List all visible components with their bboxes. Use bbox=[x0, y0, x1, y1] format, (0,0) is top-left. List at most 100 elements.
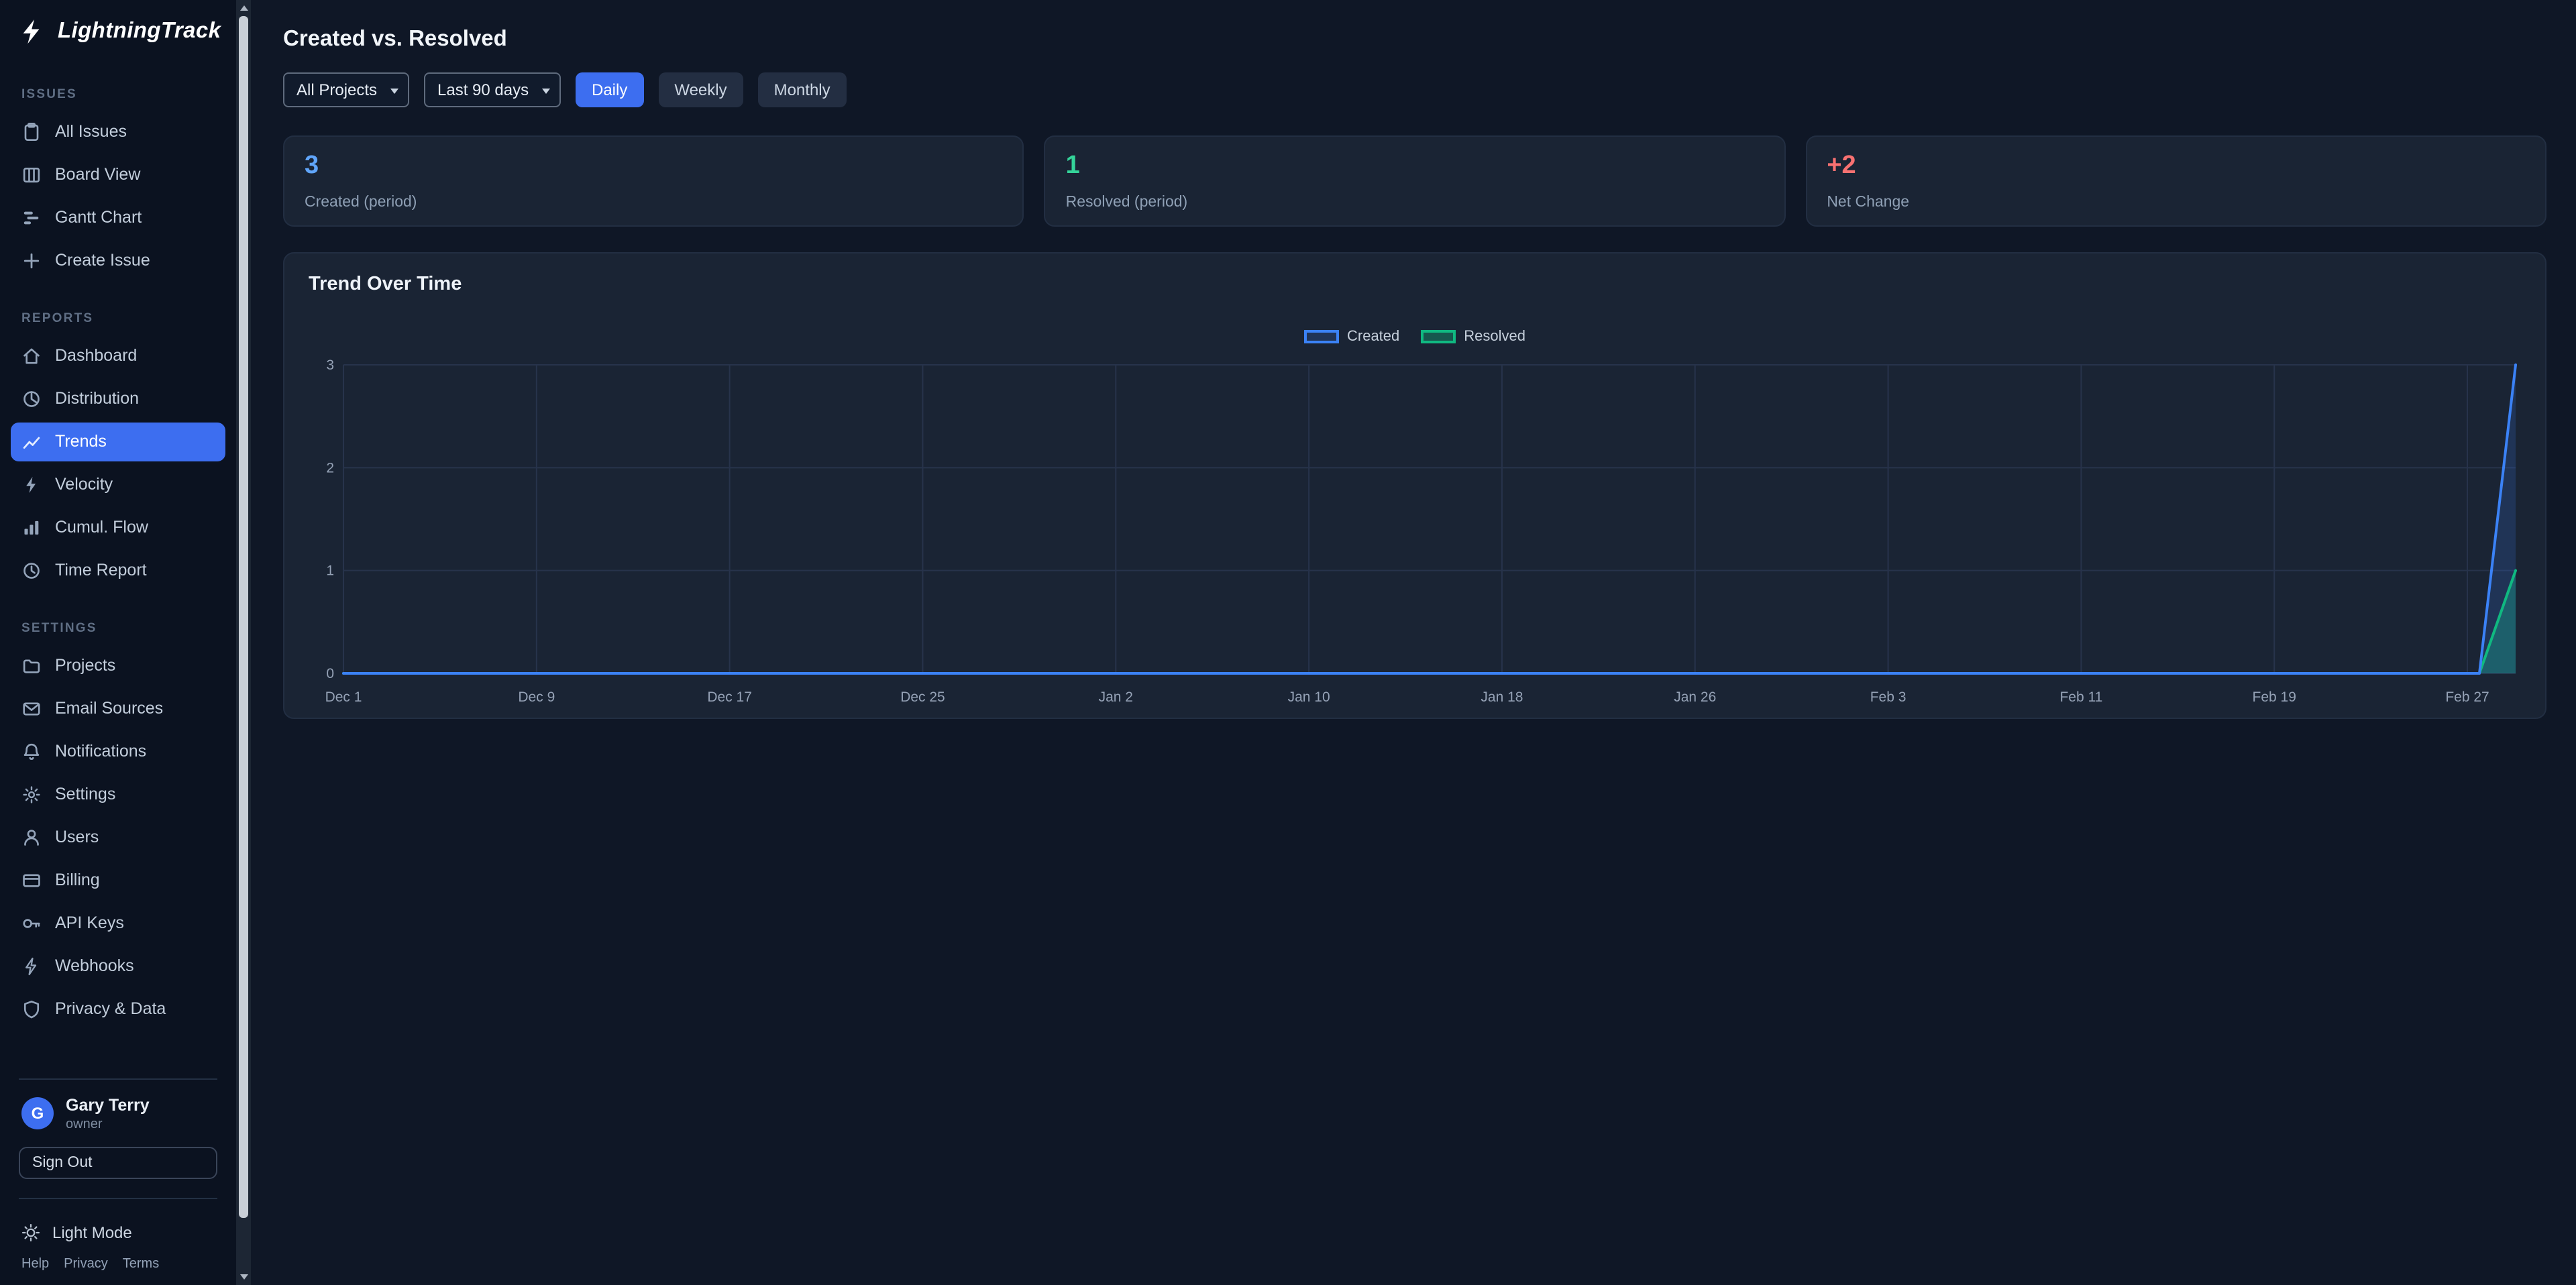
legend-label: Resolved bbox=[1464, 329, 1525, 345]
range-filter-select[interactable]: Last 90 days bbox=[424, 72, 561, 107]
sidebar-item-distribution[interactable]: Distribution bbox=[11, 379, 225, 418]
sidebar-item-label: Notifications bbox=[55, 742, 146, 761]
legend-item-created[interactable]: Created bbox=[1304, 329, 1399, 345]
sidebar-item-gantt-chart[interactable]: Gantt Chart bbox=[11, 198, 225, 237]
sidebar-item-notifications[interactable]: Notifications bbox=[11, 732, 225, 771]
project-filter-wrap: All Projects bbox=[283, 72, 409, 107]
terms-link[interactable]: Terms bbox=[123, 1257, 159, 1272]
gantt-bars-icon bbox=[21, 207, 42, 227]
sidebar-item-create-issue[interactable]: Create Issue bbox=[11, 241, 225, 280]
legend-item-resolved[interactable]: Resolved bbox=[1421, 329, 1525, 345]
sidebar-item-privacy-data[interactable]: Privacy & Data bbox=[11, 989, 225, 1028]
gear-icon bbox=[21, 784, 42, 804]
pie-chart-icon bbox=[21, 388, 42, 408]
sidebar-item-label: Gantt Chart bbox=[55, 208, 142, 227]
board-columns-icon bbox=[21, 164, 42, 184]
page-title: Created vs. Resolved bbox=[283, 27, 2546, 52]
clipboard-icon bbox=[21, 121, 42, 142]
granularity-monthly-button[interactable]: Monthly bbox=[758, 72, 847, 107]
stat-label: Resolved (period) bbox=[1066, 194, 1764, 211]
granularity-weekly-button[interactable]: Weekly bbox=[658, 72, 743, 107]
home-icon bbox=[21, 345, 42, 366]
legend-swatch bbox=[1421, 330, 1456, 343]
divider bbox=[19, 1198, 217, 1199]
sidebar-item-label: Projects bbox=[55, 656, 115, 675]
svg-text:2: 2 bbox=[326, 460, 334, 476]
sidebar-item-email-sources[interactable]: Email Sources bbox=[11, 689, 225, 728]
zap-outline-icon bbox=[21, 956, 42, 976]
help-link[interactable]: Help bbox=[21, 1257, 49, 1272]
sidebar-item-velocity[interactable]: Velocity bbox=[11, 465, 225, 504]
sidebar-item-time-report[interactable]: Time Report bbox=[11, 551, 225, 590]
lightning-bolt-icon bbox=[19, 17, 47, 46]
stat-card-net-change: +2 Net Change bbox=[1805, 135, 2546, 227]
stat-card-resolved: 1 Resolved (period) bbox=[1044, 135, 1786, 227]
folder-icon bbox=[21, 655, 42, 675]
sidebar-item-trends[interactable]: Trends bbox=[11, 422, 225, 461]
sidebar-item-label: Privacy & Data bbox=[55, 999, 166, 1018]
range-filter-wrap: Last 90 days bbox=[424, 72, 561, 107]
stat-label: Created (period) bbox=[305, 194, 1003, 211]
sidebar-item-api-keys[interactable]: API Keys bbox=[11, 903, 225, 942]
filter-bar: All Projects Last 90 days Daily Weekly M… bbox=[283, 72, 2546, 107]
svg-text:1: 1 bbox=[326, 563, 334, 579]
sidebar-item-label: All Issues bbox=[55, 122, 127, 141]
sidebar-item-users[interactable]: Users bbox=[11, 818, 225, 856]
clock-icon bbox=[21, 560, 42, 580]
sign-out-button[interactable]: Sign Out bbox=[19, 1147, 217, 1179]
project-filter-select[interactable]: All Projects bbox=[283, 72, 409, 107]
stat-card-created: 3 Created (period) bbox=[283, 135, 1024, 227]
sidebar-item-label: Cumul. Flow bbox=[55, 518, 148, 537]
privacy-link[interactable]: Privacy bbox=[64, 1257, 108, 1272]
sidebar-item-label: Users bbox=[55, 828, 99, 846]
credit-card-icon bbox=[21, 870, 42, 890]
section-heading-settings: SETTINGS bbox=[0, 621, 236, 636]
scrollbar-up-arrow-icon[interactable] bbox=[239, 5, 248, 11]
envelope-icon bbox=[21, 698, 42, 718]
sidebar-item-dashboard[interactable]: Dashboard bbox=[11, 336, 225, 375]
person-icon bbox=[21, 827, 42, 847]
key-icon bbox=[21, 913, 42, 933]
stat-value: 1 bbox=[1066, 152, 1764, 181]
sidebar-item-label: Webhooks bbox=[55, 956, 134, 975]
sidebar-item-board-view[interactable]: Board View bbox=[11, 155, 225, 194]
sidebar-item-webhooks[interactable]: Webhooks bbox=[11, 946, 225, 985]
sidebar-item-projects[interactable]: Projects bbox=[11, 646, 225, 685]
svg-text:Feb 3: Feb 3 bbox=[1870, 689, 1907, 705]
sidebar-item-billing[interactable]: Billing bbox=[11, 860, 225, 899]
sidebar-item-label: Distribution bbox=[55, 389, 139, 408]
app-logo: LightningTrack bbox=[0, 0, 236, 58]
stat-label: Net Change bbox=[1827, 194, 2525, 211]
line-chart-icon bbox=[21, 431, 42, 451]
sun-icon bbox=[21, 1223, 40, 1242]
granularity-daily-button[interactable]: Daily bbox=[576, 72, 643, 107]
stat-cards: 3 Created (period) 1 Resolved (period) +… bbox=[283, 135, 2546, 227]
svg-text:Feb 19: Feb 19 bbox=[2253, 689, 2296, 705]
sidebar-item-label: Settings bbox=[55, 785, 115, 803]
sidebar-item-all-issues[interactable]: All Issues bbox=[11, 112, 225, 151]
stat-value: 3 bbox=[305, 152, 1003, 181]
svg-text:Jan 2: Jan 2 bbox=[1099, 689, 1133, 705]
sidebar-item-label: API Keys bbox=[55, 913, 124, 932]
app-window: LightningTrack ISSUES All Issues Board V… bbox=[0, 0, 2576, 1285]
scrollbar-thumb[interactable] bbox=[239, 16, 248, 1218]
legend-label: Created bbox=[1347, 329, 1399, 345]
theme-toggle[interactable]: Light Mode bbox=[0, 1213, 236, 1247]
sidebar-bottom: G Gary Terry owner Sign Out Light Mode H… bbox=[0, 1064, 236, 1285]
theme-toggle-label: Light Mode bbox=[52, 1223, 132, 1242]
stat-value: +2 bbox=[1827, 152, 2525, 181]
sidebar-item-cumul-flow[interactable]: Cumul. Flow bbox=[11, 508, 225, 547]
svg-text:Dec 25: Dec 25 bbox=[900, 689, 945, 705]
svg-text:Jan 26: Jan 26 bbox=[1674, 689, 1716, 705]
main-content: Created vs. Resolved All Projects Last 9… bbox=[251, 0, 2576, 1285]
svg-text:Dec 9: Dec 9 bbox=[518, 689, 555, 705]
sidebar-item-settings[interactable]: Settings bbox=[11, 775, 225, 814]
section-heading-reports: REPORTS bbox=[0, 311, 236, 326]
trend-chart-card: Trend Over Time CreatedResolved 0123Dec … bbox=[283, 252, 2546, 719]
avatar: G bbox=[21, 1098, 54, 1130]
scrollbar-down-arrow-icon[interactable] bbox=[239, 1274, 248, 1280]
user-card: G Gary Terry owner bbox=[0, 1093, 236, 1135]
sidebar: LightningTrack ISSUES All Issues Board V… bbox=[0, 0, 236, 1285]
svg-text:Jan 18: Jan 18 bbox=[1481, 689, 1523, 705]
app-name: LightningTrack bbox=[58, 19, 221, 44]
